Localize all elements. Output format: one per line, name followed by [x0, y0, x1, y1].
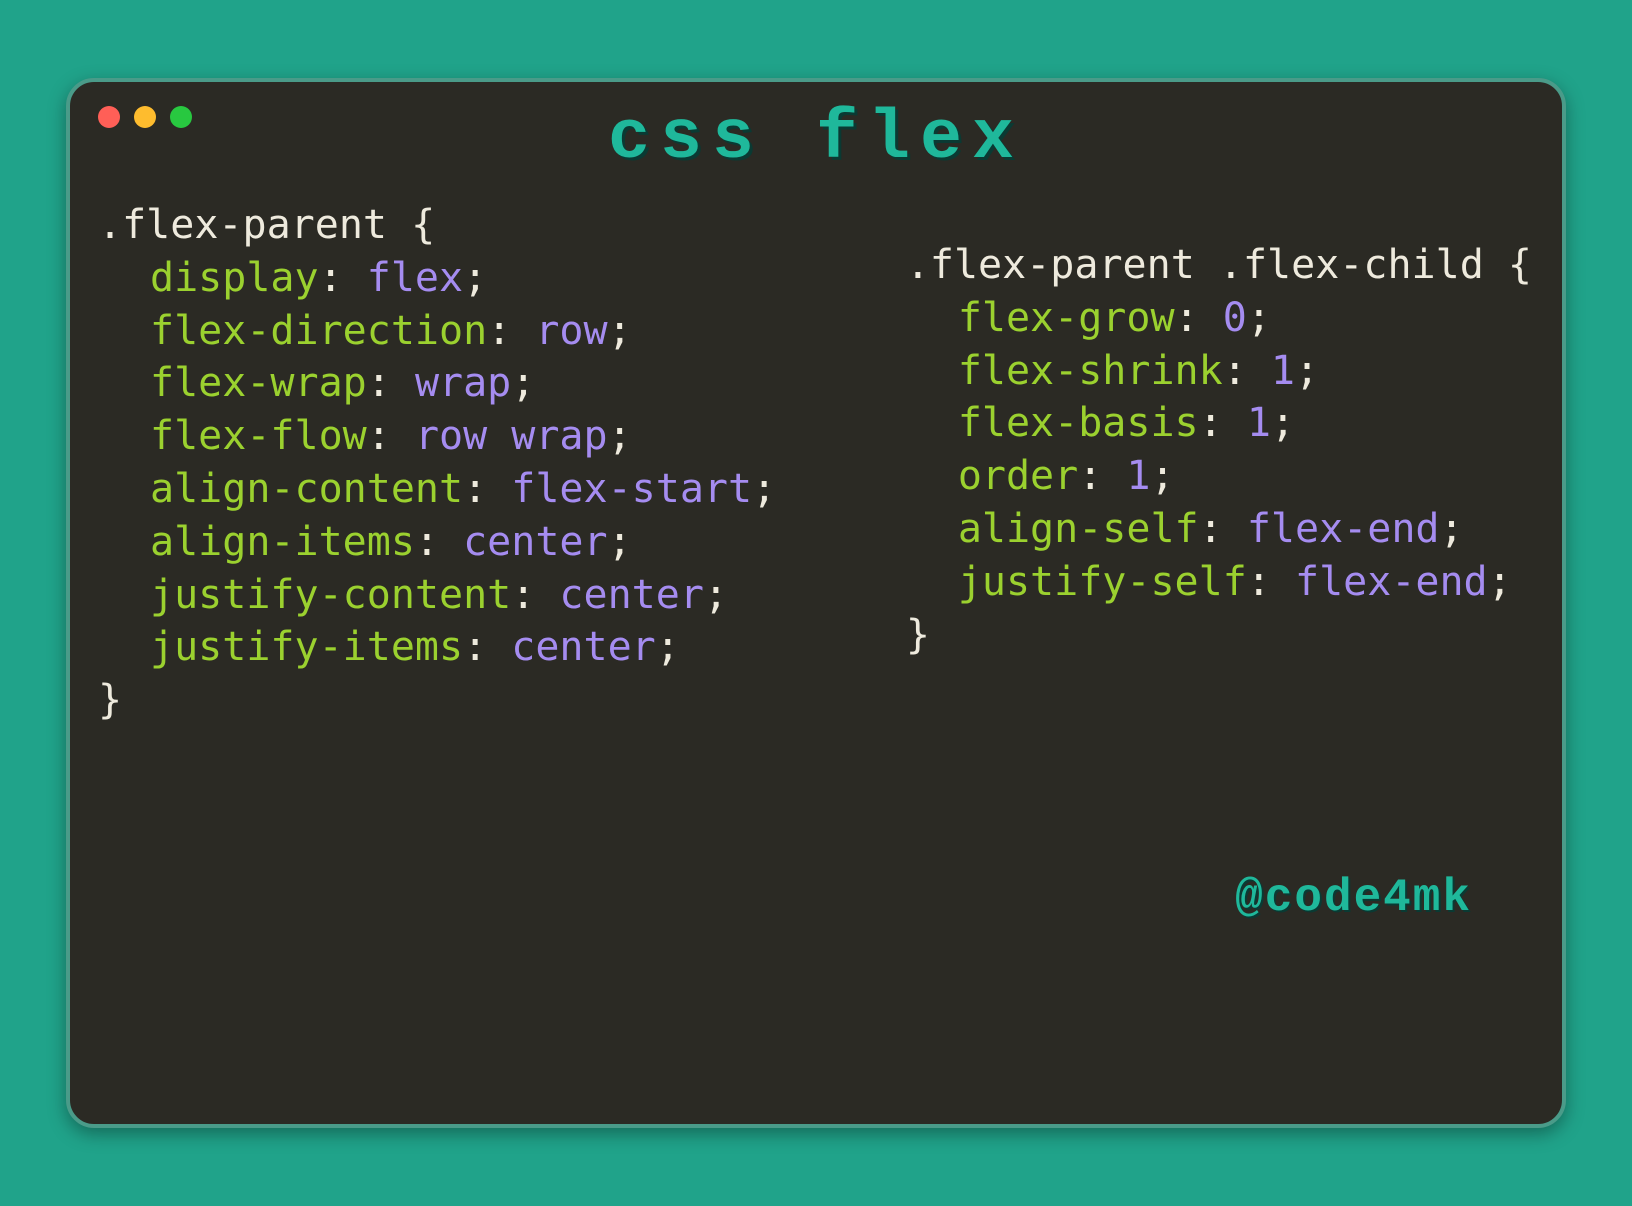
semicolon: ;: [1271, 400, 1295, 446]
css-property: flex-grow: [958, 295, 1175, 341]
semicolon: ;: [1247, 295, 1271, 341]
semicolon: ;: [608, 413, 632, 459]
semicolon: ;: [1439, 506, 1463, 552]
css-property: flex-wrap: [150, 360, 367, 406]
code-block-parent: .flex-parent { display: flex; flex-direc…: [98, 199, 866, 727]
css-value: 1: [1271, 348, 1295, 394]
author-handle: @code4mk: [1235, 872, 1472, 924]
colon: :: [463, 624, 487, 670]
open-brace: {: [1508, 242, 1532, 288]
semicolon: ;: [1295, 348, 1319, 394]
css-value: flex-end: [1295, 559, 1488, 605]
colon: :: [1078, 453, 1102, 499]
colon: :: [367, 413, 391, 459]
semicolon: ;: [1151, 453, 1175, 499]
css-property: flex-flow: [150, 413, 367, 459]
css-value: center: [511, 624, 656, 670]
css-value: row wrap: [415, 413, 608, 459]
code-block-child: .flex-parent .flex-child { flex-grow: 0;…: [906, 239, 1534, 727]
colon: :: [463, 466, 487, 512]
close-brace: }: [98, 677, 122, 723]
colon: :: [319, 255, 343, 301]
colon: :: [415, 519, 439, 565]
semicolon: ;: [656, 624, 680, 670]
close-brace: }: [906, 612, 930, 658]
css-property: justify-self: [958, 559, 1247, 605]
css-value: wrap: [415, 360, 511, 406]
colon: :: [511, 572, 535, 618]
colon: :: [1247, 559, 1271, 605]
css-property: justify-items: [150, 624, 463, 670]
css-property: display: [150, 255, 319, 301]
css-value: flex: [367, 255, 463, 301]
semicolon: ;: [1488, 559, 1512, 605]
semicolon: ;: [752, 466, 776, 512]
css-property: align-self: [958, 506, 1199, 552]
css-value: center: [463, 519, 608, 565]
semicolon: ;: [463, 255, 487, 301]
css-property: align-content: [150, 466, 463, 512]
css-property: order: [958, 453, 1078, 499]
colon: :: [367, 360, 391, 406]
close-icon[interactable]: [98, 106, 120, 128]
css-value: center: [559, 572, 704, 618]
css-value: 0: [1223, 295, 1247, 341]
code-window: css flex .flex-parent { display: flex; f…: [66, 78, 1566, 1128]
colon: :: [487, 308, 511, 354]
colon: :: [1175, 295, 1199, 341]
css-value: 1: [1126, 453, 1150, 499]
semicolon: ;: [704, 572, 728, 618]
open-brace: {: [411, 202, 435, 248]
semicolon: ;: [608, 519, 632, 565]
css-property: justify-content: [150, 572, 511, 618]
css-value: flex-end: [1247, 506, 1440, 552]
selector: .flex-parent .flex-child: [906, 242, 1484, 288]
css-property: flex-shrink: [958, 348, 1223, 394]
traffic-lights: [98, 106, 192, 128]
css-value: flex-start: [511, 466, 752, 512]
window-title: css flex: [70, 100, 1562, 179]
semicolon: ;: [511, 360, 535, 406]
css-property: flex-direction: [150, 308, 487, 354]
css-property: flex-basis: [958, 400, 1199, 446]
minimize-icon[interactable]: [134, 106, 156, 128]
colon: :: [1199, 506, 1223, 552]
semicolon: ;: [608, 308, 632, 354]
css-value: 1: [1247, 400, 1271, 446]
code-columns: .flex-parent { display: flex; flex-direc…: [70, 179, 1562, 727]
selector: .flex-parent: [98, 202, 387, 248]
css-property: align-items: [150, 519, 415, 565]
css-value: row: [535, 308, 607, 354]
maximize-icon[interactable]: [170, 106, 192, 128]
colon: :: [1199, 400, 1223, 446]
colon: :: [1223, 348, 1247, 394]
